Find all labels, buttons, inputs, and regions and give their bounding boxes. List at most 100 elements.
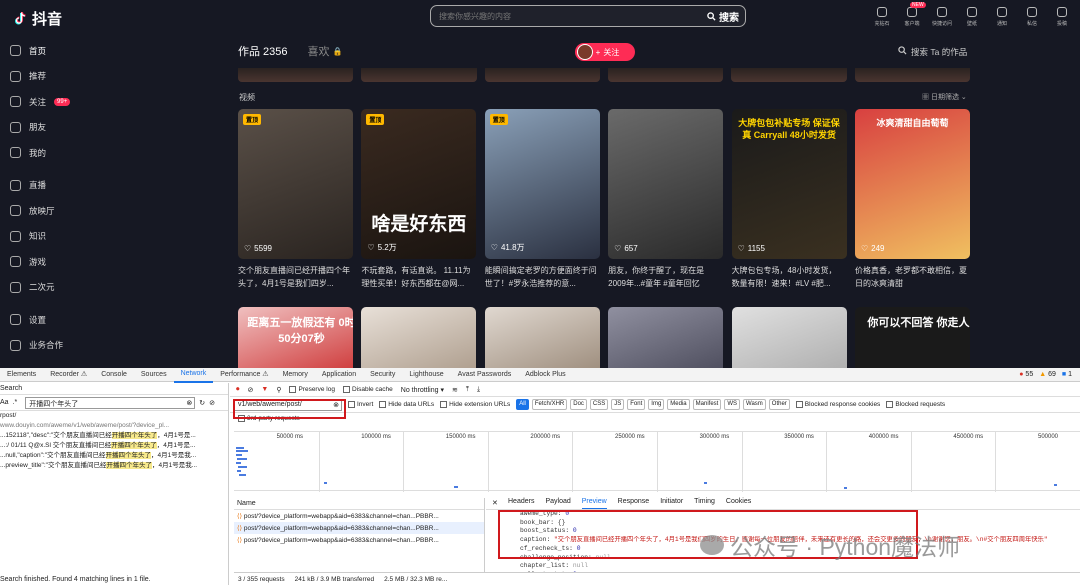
video-thumbnail[interactable]: 置顶 ♡ 5599 xyxy=(238,109,353,259)
video-title[interactable]: 朋友，你终于醒了，现在是2009年...#童年 #童年回忆 xyxy=(608,264,720,290)
type-chip[interactable]: Manifest xyxy=(692,399,722,410)
top-action-bell[interactable]: 通知 xyxy=(990,4,1014,27)
video-thumbnail[interactable] xyxy=(484,307,600,368)
tab-works[interactable]: 作品 2356 xyxy=(238,43,288,59)
clear-icon[interactable]: ⊗ xyxy=(333,401,339,409)
devtools-tab[interactable]: Memory xyxy=(276,368,315,382)
sidebar-item-anime[interactable]: 二次元 xyxy=(10,275,100,301)
devtools-tab[interactable]: Adblock Plus xyxy=(518,368,572,382)
search-button[interactable]: 搜索 xyxy=(707,9,739,24)
match-case-toggle[interactable]: Aa xyxy=(0,399,9,406)
search-result-line[interactable]: ...:/ 01/11 Q@x.Sl 交个朋友直播间已经开播四个年头了，4月1号… xyxy=(0,441,228,451)
hide-data-urls-checkbox[interactable]: Hide data URLs xyxy=(379,401,434,408)
devtools-tab[interactable]: Network xyxy=(173,367,214,383)
sidebar-item-friends[interactable]: 朋友 xyxy=(10,115,100,141)
type-chip[interactable]: Font xyxy=(627,399,646,410)
sidebar-item-settings[interactable]: 设置 xyxy=(10,307,100,333)
follow-button[interactable]: + 关注 xyxy=(575,43,635,61)
app-logo[interactable]: 抖音 xyxy=(12,8,62,29)
video-title[interactable]: 交个朋友直播间已经开播四个年头了，4月1号是我们四岁... xyxy=(238,264,350,290)
search-result-line[interactable]: rpost/ xyxy=(0,411,228,421)
devtools-tab[interactable]: Avast Passwords xyxy=(451,368,519,382)
network-timeline[interactable]: 50000 ms 100000 ms 150000 ms 200000 ms 25000… xyxy=(234,431,1080,492)
detail-tab[interactable]: Preview xyxy=(581,498,607,509)
sidebar-item-live[interactable]: 直播 xyxy=(10,173,100,199)
video-thumbnail[interactable] xyxy=(731,307,847,368)
video-thumbnail[interactable] xyxy=(361,307,477,368)
import-icon[interactable]: ⤒ xyxy=(466,386,469,394)
preserve-log-checkbox[interactable]: Preserve log xyxy=(289,386,335,393)
type-chip[interactable]: Doc xyxy=(570,399,587,410)
type-chip[interactable]: JS xyxy=(611,399,625,410)
detail-tab[interactable]: Cookies xyxy=(726,498,751,509)
devtools-tab[interactable]: Console xyxy=(94,368,134,382)
name-column-header[interactable]: Name xyxy=(234,498,484,510)
sidebar-item-game[interactable]: 游戏 xyxy=(10,249,100,275)
top-action-wallpaper[interactable]: 壁纸 xyxy=(960,4,984,27)
video-thumbnail[interactable]: 你可以不回答 你走人 xyxy=(854,307,970,368)
devtools-issue-counts[interactable]: ● 55 ▲ 69 ■ 1 xyxy=(1019,371,1072,378)
detail-tab[interactable]: Headers xyxy=(508,498,534,509)
type-chip[interactable]: Img xyxy=(648,399,665,410)
devtools-tab[interactable]: Elements xyxy=(0,368,43,382)
devtools-tab[interactable]: Recorder ⚠ xyxy=(43,368,94,382)
disable-cache-checkbox[interactable]: Disable cache xyxy=(342,386,393,393)
type-chip[interactable]: CSS xyxy=(589,399,609,410)
preview-field[interactable]: aweme_type: 0 xyxy=(486,510,1080,519)
sidebar-item-home[interactable]: 首页 xyxy=(10,38,100,64)
top-action-message[interactable]: 私信 xyxy=(1020,4,1044,27)
video-card[interactable]: 啥是好东西 置顶 ♡ 5.2万不玩套路，有话直说。 11.11为理性买单！好东西都在@… xyxy=(361,109,477,288)
video-thumbnail[interactable]: 啥是好东西 置顶 ♡ 5.2万 xyxy=(361,109,477,259)
detail-tab[interactable]: Response xyxy=(618,498,650,509)
search-input[interactable]: 搜索你感兴趣的内容 xyxy=(439,11,511,22)
detail-tab[interactable]: Timing xyxy=(694,498,715,509)
search-result-line[interactable]: ...preview_title":"交个朋友直播间已经开播四个年头了，4月1号… xyxy=(0,461,228,471)
regex-toggle[interactable]: .* xyxy=(13,399,18,406)
invert-checkbox[interactable]: Invert xyxy=(348,401,373,408)
clear-results-icon[interactable]: ⊘ xyxy=(209,399,215,407)
video-title[interactable]: 不玩套路，有话直说。 11.11为理性买单！好东西都在@网... xyxy=(361,264,473,290)
video-title[interactable]: 能瞬间搞定老罗的方便面终于问世了！#罗永浩推荐的意... xyxy=(485,264,597,290)
video-thumbnail[interactable]: ♡ 657 xyxy=(608,109,724,259)
record-icon[interactable]: ⏺ xyxy=(236,386,240,394)
search-icon[interactable]: ⚲ xyxy=(276,386,281,394)
sidebar-item-recommend[interactable]: 推荐 xyxy=(10,64,100,90)
type-chip[interactable]: Other xyxy=(768,399,790,410)
export-icon[interactable]: ⤓ xyxy=(477,386,480,394)
video-card[interactable]: 置顶 ♡ 5599 交个朋友直播间已经开播四个年头了，4月1号是我们四岁... xyxy=(238,109,353,288)
top-action-upload[interactable]: 投稿 xyxy=(1050,4,1074,27)
top-action-diamond[interactable]: 充钻石 xyxy=(870,4,894,27)
throttling-select[interactable]: No throttling ▾ xyxy=(401,386,444,394)
devtools-tab[interactable]: Sources xyxy=(134,368,174,382)
tab-likes[interactable]: 喜欢 🔒 xyxy=(308,43,343,59)
video-title[interactable]: 价格真香，老罗都不敢相信，夏日的冰爽清甜 xyxy=(855,264,967,290)
top-action-desktop[interactable]: 客户端 NEW xyxy=(900,2,926,27)
search-result-line[interactable]: ...152118","desc":"交个朋友直播间已经开播四个年头了，4月1号… xyxy=(0,431,228,441)
type-chip[interactable]: Fetch/XHR xyxy=(531,399,568,410)
search-bar[interactable]: 搜索你感兴趣的内容 搜索 xyxy=(430,5,746,27)
type-chip[interactable]: All xyxy=(516,399,529,410)
video-thumbnail[interactable]: 距离五一放假还有 0时50分07秒 xyxy=(238,307,353,368)
video-card[interactable]: ♡ 657 朋友，你终于醒了，现在是2009年...#童年 #童年回忆 xyxy=(608,109,724,288)
sidebar-item-knowledge[interactable]: 知识 xyxy=(10,224,100,250)
video-card[interactable]: 大牌包包补贴专场 保证保真 Carryall 48小时发货 ♡ 1155 大牌包包专场… xyxy=(731,109,847,288)
table-row[interactable]: ⟨⟩ post/?device_platform=webapp&aid=6383… xyxy=(234,522,484,534)
search-works[interactable]: 搜索 Ta 的作品 xyxy=(898,46,967,58)
clear-icon[interactable]: ⊘ xyxy=(248,386,254,394)
devtools-tab[interactable]: Performance ⚠ xyxy=(213,368,275,382)
sidebar-item-business[interactable]: 业务合作 xyxy=(10,333,100,359)
table-row[interactable]: ⟨⟩ post/?device_platform=webapp&aid=6383… xyxy=(234,534,484,546)
search-result-line[interactable]: ...null,"caption":"交个朋友直播间已经开播四个年头了，4月1号… xyxy=(0,451,228,461)
network-filter-input[interactable]: v1/web/aweme/post/ ⊗ xyxy=(234,398,342,411)
video-card[interactable]: 置顶 ♡ 41.8万 能瞬间搞定老罗的方便面终于问世了！#罗永浩推荐的意... xyxy=(484,109,600,288)
table-row[interactable]: ⟨⟩ post/?device_platform=webapp&aid=6383… xyxy=(234,510,484,522)
type-chip[interactable]: WS xyxy=(724,399,740,410)
blocked-cookies-checkbox[interactable]: Blocked response cookies xyxy=(795,401,880,408)
top-action-quick-access[interactable]: 快捷访问 xyxy=(930,4,954,27)
search-query-input[interactable]: 开播四个年头了 ⊗ xyxy=(25,396,196,409)
type-chip[interactable]: Wasm xyxy=(743,399,766,410)
type-chip[interactable]: Media xyxy=(667,399,690,410)
detail-tab[interactable]: Payload xyxy=(545,498,570,509)
devtools-tab[interactable]: Application xyxy=(315,368,363,382)
video-thumbnail[interactable] xyxy=(608,307,724,368)
